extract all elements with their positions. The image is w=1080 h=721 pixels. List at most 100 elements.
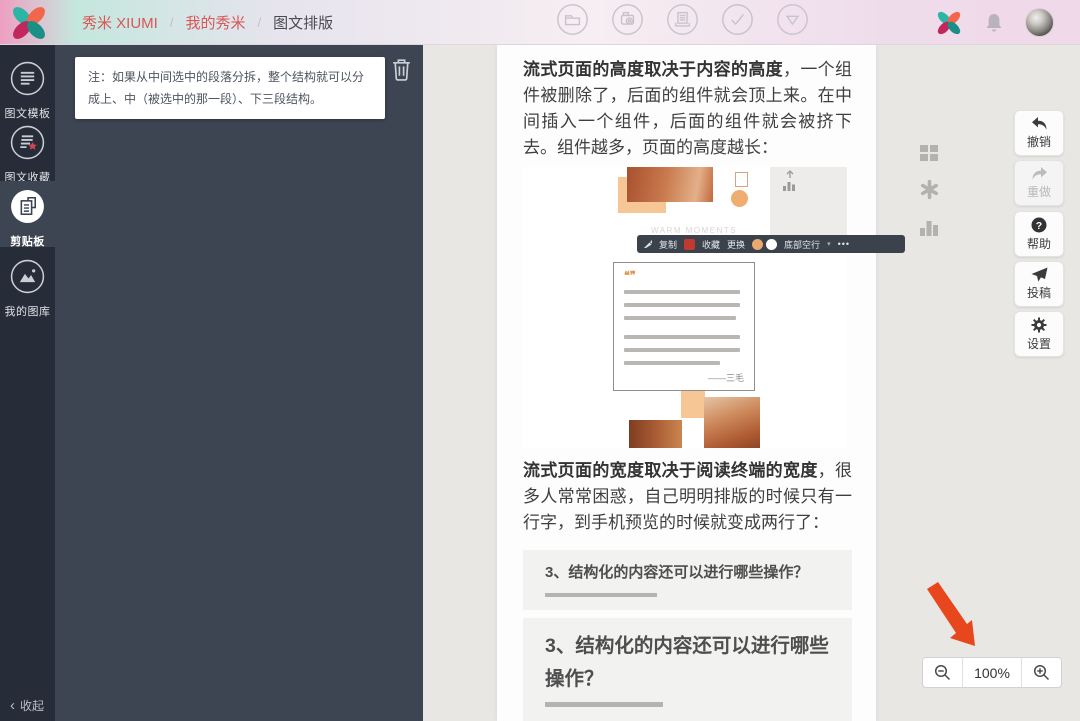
quote-marks: ❝❞ [624, 271, 744, 281]
mini-caret-icon: ▾ [827, 240, 831, 248]
paragraph-bold-lead: 流式页面的高度取决于内容的高度 [523, 60, 783, 79]
copier-button[interactable] [611, 3, 644, 36]
paragraph-bold-lead: 流式页面的宽度取决于阅读终端的宽度 [523, 461, 818, 480]
mini-color-swatch-orange [752, 239, 763, 250]
paragraph-flow-width[interactable]: 流式页面的宽度取决于阅读终端的宽度，很多人常常困惑，自己明明排版的时候只有一行字… [523, 458, 852, 536]
image-gallery-icon [9, 258, 46, 295]
help-label: 帮助 [1027, 235, 1051, 252]
document-canvas: 流式页面的高度取决于内容的高度，一个组件被删除了，后面的组件就会顶上来。在中间插… [497, 45, 876, 721]
undo-button[interactable]: 撤销 [1014, 110, 1064, 156]
sidebar-item-label: 我的图库 [0, 303, 55, 319]
dropdown-triangle-button[interactable] [776, 3, 809, 36]
undo-arrow-icon [1031, 116, 1048, 131]
export-document-button[interactable] [666, 3, 699, 36]
heading-underline [545, 702, 663, 707]
decor-photo-bottom-left [629, 420, 682, 448]
mini-favorite-label: 收藏 [702, 238, 720, 251]
zoom-in-button[interactable] [1021, 658, 1061, 687]
decor-photo-top [627, 167, 713, 202]
quote-text-line [624, 348, 740, 353]
grid-layout-icon[interactable] [920, 145, 938, 166]
clipboard-panel: 注：如果从中间选中的段落分拆，整个结构就可以分成上、中（被选中的那一段）、下三段… [55, 45, 423, 721]
mini-bottom-blank-label: 底部空行 [784, 238, 820, 251]
canvas-tool-icons [919, 145, 939, 241]
decor-side-panel [770, 167, 847, 235]
zoom-out-icon [934, 664, 951, 681]
watermark-text: WARM MOMENTS [651, 226, 737, 235]
mini-copy-label: 复制 [659, 238, 677, 251]
heading-block-large[interactable]: 3、结构化的内容还可以进行哪些操作？ [523, 618, 852, 721]
document-lines-icon [9, 60, 46, 97]
breadcrumb-current-page: 图文排版 [273, 12, 333, 33]
folder-button[interactable] [556, 3, 589, 36]
zoom-in-icon [1033, 664, 1050, 681]
mini-color-swatch-white [766, 239, 777, 250]
quote-text-line [624, 335, 740, 340]
gear-icon [1031, 317, 1047, 333]
zoom-control: 100% [922, 657, 1062, 688]
collapse-label: 收起 [20, 697, 44, 714]
embedded-quote-card: ❝❞ ——三毛 [613, 262, 755, 391]
annotation-arrow-icon [927, 582, 985, 657]
embedded-screenshot-image[interactable]: WARM MOMENTS 复制 收藏 更换 底部空行 ▾ ••• ❝❞ ——三毛 [523, 167, 847, 448]
breadcrumb-my-xiumi[interactable]: 我的秀米 [185, 12, 245, 33]
embedded-mini-toolbar: 复制 收藏 更换 底部空行 ▾ ••• [637, 235, 905, 253]
breadcrumb-separator: / [257, 15, 261, 30]
quote-text-line [624, 361, 720, 366]
undo-label: 撤销 [1027, 133, 1051, 150]
xiumi-logo-icon[interactable] [9, 3, 49, 43]
sidebar-item-favorites[interactable]: 图文收藏 [0, 117, 55, 181]
submit-button[interactable]: 投稿 [1014, 261, 1064, 307]
sidebar-item-templates[interactable]: 图文模板 [0, 53, 55, 117]
trash-icon[interactable] [390, 56, 413, 86]
zoom-level-label: 100% [963, 658, 1021, 687]
quote-attribution: ——三毛 [624, 371, 744, 384]
heading-text: 3、结构化的内容还可以进行哪些操作？ [545, 561, 808, 582]
help-button[interactable]: ? 帮助 [1014, 211, 1064, 257]
check-button[interactable] [721, 3, 754, 36]
question-mark-icon: ? [1031, 217, 1047, 233]
decor-tag-badge [735, 172, 748, 187]
settings-button[interactable]: 设置 [1014, 311, 1064, 357]
redo-button[interactable]: 重做 [1014, 160, 1064, 206]
top-header: 秀米 XIUMI / 我的秀米 / 图文排版 [0, 0, 1080, 45]
document-star-icon [9, 124, 46, 161]
redo-arrow-icon [1031, 166, 1048, 181]
svg-text:?: ? [1036, 219, 1042, 231]
asterisk-icon[interactable] [920, 180, 939, 204]
mini-more-label: ••• [838, 239, 850, 249]
chevron-left-icon: ‹ [10, 700, 15, 712]
sidebar-item-clipboard[interactable]: 剪贴板 [0, 181, 55, 247]
mini-replace-label: 更换 [727, 238, 745, 251]
submit-label: 投稿 [1027, 284, 1051, 301]
sidebar-item-label: 剪贴板 [0, 233, 55, 249]
zoom-out-button[interactable] [923, 658, 963, 687]
bell-icon[interactable] [985, 13, 1003, 33]
settings-label: 设置 [1027, 335, 1051, 352]
quote-text-line [624, 290, 740, 295]
heading-text: 3、结构化的内容还可以进行哪些操作？ [545, 630, 835, 696]
collapse-button[interactable]: ‹ 收起 [10, 697, 44, 714]
pen-icon [644, 240, 652, 248]
decor-orange-dot [731, 190, 748, 207]
quote-text-line [624, 303, 740, 308]
mini-red-badge-icon [684, 239, 695, 250]
avatar[interactable] [1025, 8, 1054, 37]
breadcrumb-separator: / [170, 15, 174, 30]
decor-orange-square-bottom [681, 391, 705, 418]
left-sidebar: 图文模板 图文收藏 剪贴板 我的图库 ‹ 收起 [0, 45, 55, 721]
heading-underline [545, 593, 657, 597]
paragraph-flow-height[interactable]: 流式页面的高度取决于内容的高度，一个组件被删除了，后面的组件就会顶上来。在中间插… [523, 57, 852, 161]
heading-block-small[interactable]: 3、结构化的内容还可以进行哪些操作？ [523, 550, 852, 610]
bar-chart-icon[interactable] [919, 218, 939, 241]
breadcrumb-brand[interactable]: 秀米 XIUMI [82, 12, 158, 33]
paper-plane-icon [1031, 267, 1048, 282]
xiumi-home-icon[interactable] [935, 9, 963, 37]
header-toolbar [556, 3, 809, 36]
breadcrumb: 秀米 XIUMI / 我的秀米 / 图文排版 [82, 0, 333, 45]
decor-photo-bottom-right [704, 397, 760, 448]
clipboard-note-card[interactable]: 注：如果从中间选中的段落分拆，整个结构就可以分成上、中（被选中的那一段）、下三段… [75, 57, 385, 119]
header-right-group [935, 0, 1054, 45]
clipboard-icon [9, 188, 46, 225]
sidebar-item-gallery[interactable]: 我的图库 [0, 251, 55, 315]
